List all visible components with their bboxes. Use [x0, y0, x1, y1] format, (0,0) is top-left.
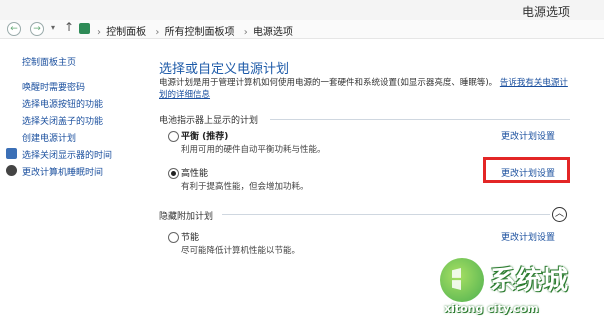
breadcrumb: › 控制面板 › 所有控制面板项 › 电源选项: [93, 23, 295, 38]
change-plan-settings-power-saver[interactable]: 更改计划设置: [501, 230, 555, 243]
plan-power-saver-name[interactable]: 节能: [181, 230, 199, 243]
hidden-plans-heading: 隐藏附加计划: [159, 212, 214, 222]
breadcrumb-control-panel[interactable]: 控制面板: [106, 27, 146, 38]
address-bar: ← → ▾ ↑ › 控制面板 › 所有控制面板项 › 电源选项: [0, 20, 604, 39]
change-plan-settings-balanced[interactable]: 更改计划设置: [501, 129, 555, 142]
windows-logo-icon: [440, 258, 484, 302]
nav-item-power-button[interactable]: 选择电源按钮的功能: [22, 97, 103, 110]
breadcrumb-separator: ›: [243, 27, 248, 38]
plan-power-saver-radio[interactable]: [168, 232, 179, 243]
plan-balanced-radio[interactable]: [168, 131, 179, 142]
plan-high-performance-name[interactable]: 高性能: [181, 166, 208, 179]
collapse-chevron-up-icon[interactable]: ︿: [552, 207, 567, 222]
window-title: 电源选项: [521, 5, 570, 19]
divider: [222, 214, 550, 215]
up-arrow-icon[interactable]: ↑: [64, 20, 74, 34]
breadcrumb-separator: ›: [97, 27, 101, 38]
watermark: 系统城 xitong city.com: [436, 252, 596, 322]
nav-item-display-off[interactable]: 选择关闭显示器的时间: [22, 148, 112, 161]
recent-locations-dropdown[interactable]: ▾: [51, 23, 55, 32]
moon-icon: [6, 165, 17, 176]
page-title: 选择或自定义电源计划: [159, 62, 290, 77]
control-panel-icon: [79, 23, 90, 34]
plan-high-performance-radio[interactable]: [168, 168, 179, 179]
breadcrumb-power-options[interactable]: 电源选项: [253, 27, 293, 38]
monitor-icon: [6, 148, 17, 159]
divider: [270, 119, 570, 120]
breadcrumb-separator: ›: [155, 27, 160, 38]
title-bar: 电源选项: [0, 0, 604, 20]
learn-more-link-2[interactable]: 划的详细信息: [159, 90, 210, 100]
intro-text: 电源计划是用于管理计算机如何使用电源的一套硬件和系统设置(如显示器亮度、睡眠等)…: [159, 77, 569, 101]
nav-item-create-plan[interactable]: 创建电源计划: [22, 131, 76, 144]
breadcrumb-all-items[interactable]: 所有控制面板项: [165, 27, 235, 38]
plan-balanced-name[interactable]: 平衡 (推荐): [181, 129, 228, 142]
plan-power-saver-desc: 尽可能降低计算机性能以节能。: [181, 246, 301, 256]
highlight-box: [483, 157, 570, 183]
forward-button[interactable]: →: [30, 22, 44, 36]
back-button[interactable]: ←: [7, 22, 21, 36]
nav-item-wake-password[interactable]: 唤醒时需要密码: [22, 80, 85, 93]
battery-plans-heading: 电池指示器上显示的计划: [159, 116, 259, 126]
learn-more-link[interactable]: 告诉我有关电源计: [500, 78, 568, 88]
nav-home-link[interactable]: 控制面板主页: [22, 55, 76, 68]
nav-item-sleep-time[interactable]: 更改计算机睡眠时间: [22, 165, 103, 178]
plan-balanced-desc: 利用可用的硬件自动平衡功耗与性能。: [181, 145, 326, 155]
watermark-url: xitong city.com: [444, 302, 539, 315]
nav-item-lid-close[interactable]: 选择关闭盖子的功能: [22, 114, 103, 127]
watermark-text: 系统城: [490, 266, 569, 296]
intro-description: 电源计划是用于管理计算机如何使用电源的一套硬件和系统设置(如显示器亮度、睡眠等)…: [159, 78, 498, 88]
plan-high-performance-desc: 有利于提高性能，但会增加功耗。: [181, 182, 309, 192]
